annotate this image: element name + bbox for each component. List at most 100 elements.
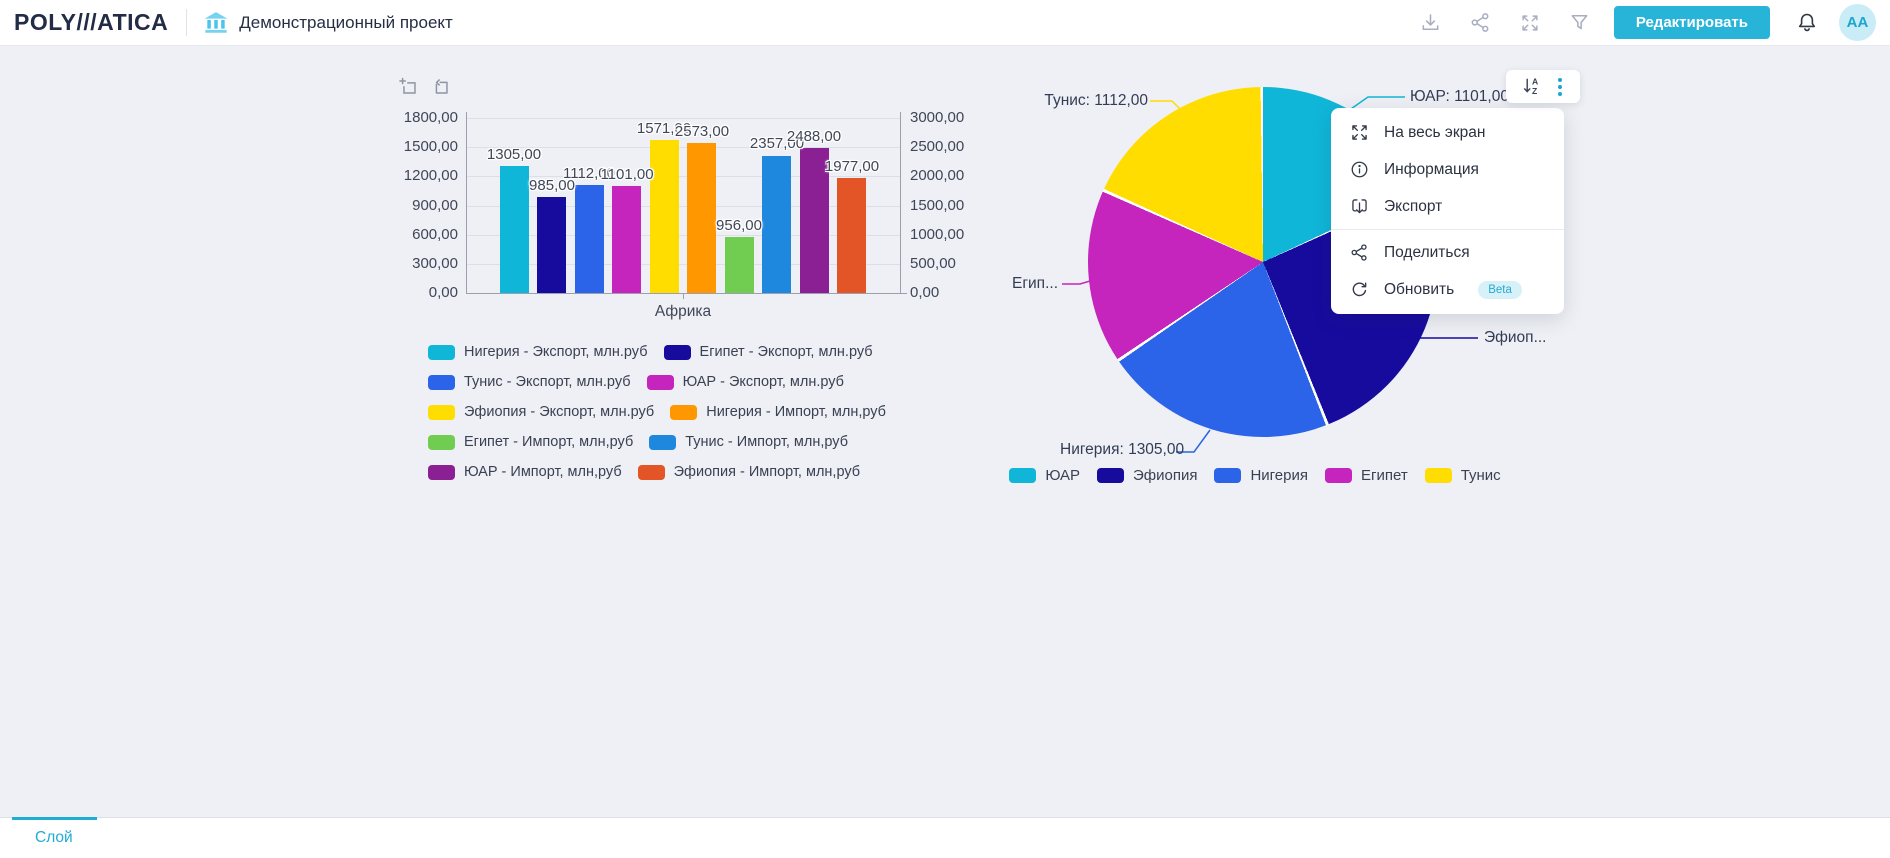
legend-item[interactable]: Египет - Экспорт, млн.руб: [663, 344, 873, 360]
bar-nigeria-export[interactable]: [500, 166, 529, 293]
menu-item-label: Экспорт: [1384, 197, 1443, 215]
menu-item-share[interactable]: Поделиться: [1331, 234, 1564, 271]
legend-item[interactable]: Египет - Импорт, млн,руб: [428, 434, 633, 450]
y-axis-tick-label: 1000,00: [910, 226, 965, 243]
menu-divider: [1331, 229, 1564, 230]
menu-item-label: Обновить: [1384, 280, 1455, 298]
legend-item[interactable]: ЮАР - Экспорт, млн.руб: [646, 374, 844, 390]
legend-label: Тунис - Импорт, млн,руб: [685, 434, 849, 450]
bar-value-label: 1305,00: [486, 146, 542, 163]
zoom-select-icon[interactable]: [398, 76, 420, 103]
kebab-menu-icon[interactable]: [1555, 75, 1565, 99]
share-icon[interactable]: [1469, 11, 1492, 34]
legend-swatch: [1009, 468, 1037, 483]
legend-swatch: [646, 374, 674, 390]
beta-badge: Beta: [1478, 280, 1522, 299]
widget-context-menu: На весь экран Информация Экспорт Поделит…: [1331, 108, 1564, 314]
y-axis-tick-label: 600,00: [412, 226, 458, 243]
legend-label: Эфиопия - Импорт, млн,руб: [673, 464, 861, 480]
export-icon: [1348, 196, 1370, 217]
y-axis-tick-label: 500,00: [910, 255, 956, 272]
legend-label: Египет - Экспорт, млн.руб: [699, 344, 873, 360]
user-avatar[interactable]: AA: [1839, 4, 1876, 41]
legend-swatch: [428, 464, 455, 480]
layers-bar: Слой: [0, 817, 1890, 858]
bar-ethiopia-import[interactable]: [837, 178, 866, 293]
legend-item[interactable]: Эфиопия - Импорт, млн,руб: [637, 464, 861, 480]
menu-item-label: Поделиться: [1384, 243, 1470, 261]
header-divider: [186, 9, 188, 36]
menu-item-fullscreen[interactable]: На весь экран: [1331, 114, 1564, 151]
gridline: [467, 235, 900, 236]
sort-az-icon[interactable]: A Z: [1521, 76, 1542, 97]
legend-item[interactable]: Тунис - Импорт, млн,руб: [649, 434, 848, 450]
share-icon: [1348, 242, 1370, 263]
legend-item[interactable]: Эфиопия: [1096, 467, 1197, 484]
legend-label: Нигерия - Экспорт, млн.руб: [464, 344, 648, 360]
legend-swatch: [428, 434, 455, 450]
fullscreen-icon: [1348, 122, 1370, 143]
gridline: [467, 206, 900, 207]
x-tick: [683, 294, 684, 299]
pie-label-ethiopia: Эфиоп...: [1484, 329, 1547, 346]
bar-value-label: 2488,00: [786, 128, 842, 145]
y-axis-tick-label: 2500,00: [910, 138, 965, 155]
legend-swatch: [428, 374, 455, 390]
zoom-reset-icon[interactable]: [430, 76, 452, 103]
gridline: [467, 118, 900, 119]
bar-ethiopia-export[interactable]: [650, 140, 679, 293]
bar-value-label: 1977,00: [824, 158, 880, 175]
pie-label-tunisia: Тунис: 1112,00: [1044, 92, 1148, 109]
legend-item[interactable]: Нигерия - Импорт, млн,руб: [670, 404, 886, 420]
legend-swatch: [1214, 468, 1242, 483]
legend-label: Тунис - Экспорт, млн.руб: [464, 374, 631, 390]
bar-tunisia-export[interactable]: [575, 185, 604, 293]
legend-item[interactable]: Египет: [1325, 467, 1408, 484]
app-header: POLY///ATICA Демонстрационный проект Ред…: [0, 0, 1890, 46]
legend-swatch: [637, 464, 665, 480]
bar-rsa-export[interactable]: [612, 186, 641, 293]
refresh-icon: [1348, 279, 1370, 300]
legend-label: ЮАР - Импорт, млн,руб: [464, 464, 622, 480]
legend-item[interactable]: ЮАР - Импорт, млн,руб: [428, 464, 622, 480]
menu-item-refresh[interactable]: Обновить Beta: [1331, 271, 1564, 308]
y-axis-tick-label: 1800,00: [403, 109, 458, 126]
legend-swatch: [1424, 468, 1452, 483]
polymatica-logo: POLY///ATICA: [14, 9, 169, 35]
legend-item[interactable]: Нигерия: [1214, 467, 1308, 484]
legend-swatch: [428, 344, 455, 360]
y-axis-tick-label: 0,00: [428, 284, 458, 301]
bar-egypt-import[interactable]: [725, 237, 754, 293]
y-axis-tick-label: 300,00: [412, 255, 458, 272]
legend-swatch: [649, 434, 677, 450]
legend-item[interactable]: ЮАР: [1009, 467, 1080, 484]
legend-item[interactable]: Эфиопия - Экспорт, млн.руб: [428, 404, 654, 420]
bar-nigeria-import[interactable]: [687, 143, 716, 293]
filter-icon[interactable]: [1568, 11, 1591, 34]
legend-swatch: [428, 404, 455, 420]
legend-item[interactable]: Нигерия - Экспорт, млн.руб: [428, 344, 648, 360]
download-icon[interactable]: [1419, 11, 1442, 34]
pie-label-rsa: ЮАР: 1101,00: [1410, 88, 1509, 105]
svg-text:A: A: [1532, 77, 1538, 87]
gridline: [467, 264, 900, 265]
project-title: Демонстрационный проект: [239, 12, 453, 32]
bar-value-label: 956,00: [716, 217, 762, 234]
menu-item-label: На весь экран: [1384, 123, 1486, 141]
legend-item[interactable]: Тунис: [1424, 467, 1501, 484]
right-y-axis: [900, 112, 901, 293]
active-tab-indicator: [12, 817, 97, 820]
info-icon: [1348, 159, 1370, 180]
menu-item-export[interactable]: Экспорт: [1331, 188, 1564, 225]
edit-button[interactable]: Редактировать: [1613, 6, 1770, 39]
y-axis-tick-label: 0,00: [910, 284, 940, 301]
bar-tunisia-import[interactable]: [762, 156, 791, 293]
bar-value-label: 1101,00: [600, 166, 654, 183]
bar-egypt-export[interactable]: [537, 197, 566, 293]
bar-chart-legend: Нигерия - Экспорт, млн.руб Египет - Эксп…: [428, 337, 886, 487]
tab-layer[interactable]: Слой: [35, 829, 73, 847]
fullscreen-icon[interactable]: [1519, 12, 1541, 34]
notifications-bell-icon[interactable]: [1795, 11, 1819, 35]
legend-item[interactable]: Тунис - Экспорт, млн.руб: [428, 374, 631, 390]
menu-item-info[interactable]: Информация: [1331, 151, 1564, 188]
